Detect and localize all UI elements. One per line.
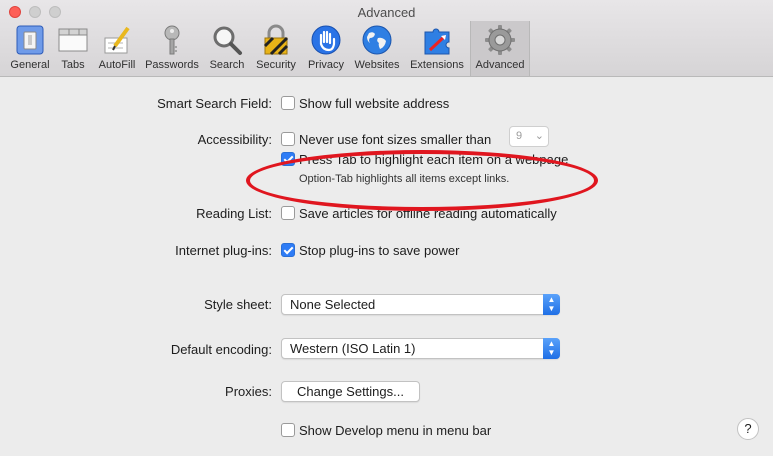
advanced-settings-pane: Smart Search Field: Show full website ad… (0, 77, 773, 456)
extensions-icon (424, 28, 450, 55)
tab-autofill[interactable]: AutoFill (95, 21, 139, 76)
websites-globe-icon (362, 25, 392, 55)
develop-menu-checkbox[interactable] (281, 423, 295, 437)
tab-label: Security (256, 59, 296, 71)
tab-label: General (10, 59, 50, 71)
encoding-value: Western (ISO Latin 1) (290, 341, 416, 356)
smart-search-option: Show full website address (299, 96, 450, 111)
general-icon (16, 25, 44, 55)
tab-advanced[interactable]: Advanced (470, 21, 530, 76)
tab-label: Privacy (307, 59, 345, 71)
plugins-option: Stop plug-ins to save power (299, 243, 460, 258)
security-lock-icon (263, 24, 289, 56)
encoding-label: Default encoding: (170, 342, 272, 357)
tab-tabs[interactable]: Tabs (55, 21, 91, 76)
tab-label: Tabs (61, 59, 85, 71)
tab-label: Websites (354, 59, 400, 71)
font-size-checkbox[interactable] (281, 132, 295, 146)
style-sheet-value: None Selected (290, 297, 376, 312)
search-icon (213, 26, 242, 55)
font-size-value: 9 (516, 130, 523, 142)
plugins-checkbox[interactable] (281, 243, 295, 257)
tab-general[interactable]: General (5, 21, 55, 76)
privacy-hand-icon (311, 25, 341, 55)
develop-menu-option: Show Develop menu in menu bar (299, 423, 492, 438)
reading-list-checkbox[interactable] (281, 206, 295, 220)
tab-search[interactable]: Search (206, 21, 248, 76)
popup-arrows-icon: ▲ ▼ (543, 338, 560, 359)
passwords-key-icon (164, 25, 180, 55)
font-size-stepper[interactable]: 9 ⌄ (509, 126, 549, 147)
smart-search-checkbox[interactable] (281, 96, 295, 110)
style-sheet-popup[interactable]: None Selected ▲ ▼ (281, 294, 560, 315)
encoding-popup[interactable]: Western (ISO Latin 1) ▲ ▼ (281, 338, 560, 359)
annotation-ellipse (246, 150, 598, 211)
tabs-icon (58, 28, 88, 52)
style-sheet-label: Style sheet: (204, 297, 272, 312)
font-size-option: Never use font sizes smaller than (299, 132, 492, 147)
tab-label: Search (209, 59, 245, 71)
tab-label: AutoFill (98, 59, 136, 71)
toolbar: Advanced General Tabs AutoFill Passwords… (0, 0, 773, 77)
chevron-down-icon: ⌄ (534, 130, 544, 142)
reading-list-label: Reading List: (196, 206, 272, 221)
change-proxy-settings-button[interactable]: Change Settings... (281, 381, 420, 402)
gear-icon (485, 25, 515, 55)
smart-search-label: Smart Search Field: (157, 96, 272, 111)
accessibility-label: Accessibility: (197, 132, 272, 147)
window-title: Advanced (357, 5, 416, 20)
plugins-label: Internet plug-ins: (175, 243, 272, 258)
tab-label: Passwords (145, 59, 199, 71)
tab-passwords[interactable]: Passwords (143, 21, 201, 76)
popup-arrows-icon: ▲ ▼ (543, 294, 560, 315)
tab-privacy[interactable]: Privacy (304, 21, 348, 76)
tab-label: Advanced (475, 59, 525, 71)
tab-websites[interactable]: Websites (351, 21, 403, 76)
autofill-icon (104, 26, 130, 54)
proxies-label: Proxies: (225, 384, 272, 399)
tab-security[interactable]: Security (252, 21, 300, 76)
help-button[interactable]: ? (737, 418, 759, 440)
tab-extensions[interactable]: Extensions (406, 21, 468, 76)
tab-label: Extensions (410, 59, 464, 71)
